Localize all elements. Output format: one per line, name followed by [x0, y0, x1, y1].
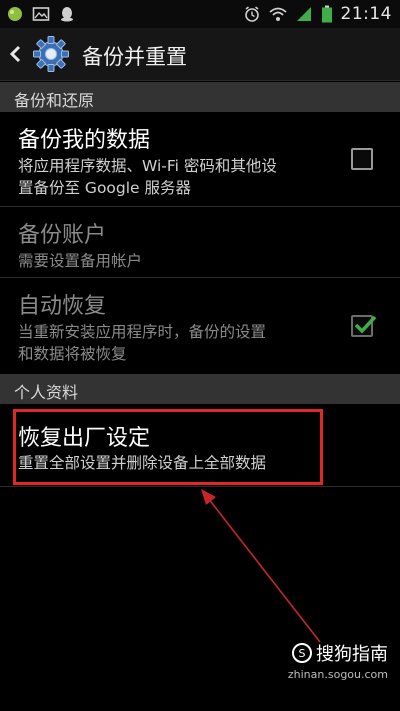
watermark-logo-text: 搜狗指南: [316, 644, 388, 665]
pref-title: 备份我的数据: [18, 128, 151, 153]
gear-icon: [33, 36, 69, 72]
gallery-icon: [32, 7, 50, 21]
chevron-left-icon[interactable]: [8, 44, 22, 64]
pref-summary-line-1: 当重新安装应用程序时，备份的设置: [18, 323, 267, 341]
watermark: S 搜狗指南 zhinan.sogou.com: [288, 640, 388, 681]
pref-summary-line-1: 需要设置备用帐户: [18, 252, 143, 270]
status-bar: 21:14: [0, 0, 400, 28]
section-header-backup-restore: 备份和还原: [0, 82, 400, 112]
pref-title: 自动恢复: [18, 294, 107, 319]
qq-icon: [61, 7, 73, 22]
divider: [0, 486, 400, 487]
highlight-box: [13, 409, 323, 485]
checkmark-icon: [354, 315, 377, 334]
status-bar-right-icons: 21:14: [243, 3, 393, 25]
status-time: 21:14: [340, 4, 392, 24]
auto-restore-checkbox[interactable]: [351, 315, 377, 337]
pref-summary-line-2: 和数据将被恢复: [18, 345, 127, 363]
pref-summary-line-1: 将应用程序数据、Wi-Fi 密码和其他设: [18, 157, 277, 175]
pref-summary-line-2: 置备份至 Google 服务器: [18, 179, 192, 197]
backup-data-checkbox[interactable]: [351, 148, 373, 170]
page-title: 备份并重置: [82, 45, 187, 69]
status-bar-left-icons: [6, 4, 76, 24]
wifi-icon: [268, 7, 287, 21]
pref-backup-account[interactable]: 备份账户 需要设置备用帐户: [0, 207, 400, 277]
battery-icon: [321, 5, 332, 23]
section-header-label: 个人资料: [14, 383, 79, 402]
pref-auto-restore[interactable]: 自动恢复 当重新安装应用程序时，备份的设置 和数据将被恢复: [0, 278, 400, 372]
section-header-personal: 个人资料: [0, 374, 400, 404]
signal-icon: [296, 7, 311, 21]
watermark-logo: S 搜狗指南: [288, 640, 388, 666]
notification-icon: [8, 7, 22, 21]
watermark-url: zhinan.sogou.com: [287, 668, 388, 681]
section-header-label: 备份和还原: [14, 91, 95, 110]
sogou-logo-icon: S: [292, 643, 312, 663]
pref-backup-my-data[interactable]: 备份我的数据 将应用程序数据、Wi-Fi 密码和其他设 置备份至 Google …: [0, 112, 400, 206]
alarm-icon: [244, 6, 259, 22]
action-bar: 备份并重置: [0, 28, 400, 81]
pref-title: 备份账户: [18, 223, 107, 248]
